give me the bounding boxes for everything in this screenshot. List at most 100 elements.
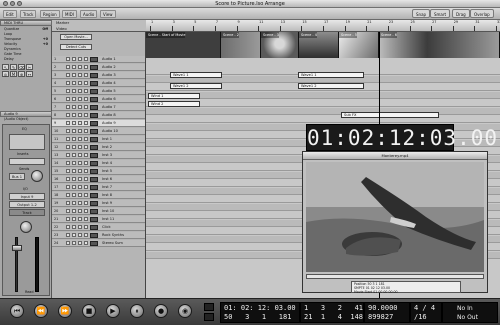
record-enable-button[interactable]: [78, 185, 82, 189]
solo-button[interactable]: [72, 145, 76, 149]
mute-button[interactable]: [66, 113, 70, 117]
stop-button[interactable]: ■: [82, 304, 96, 318]
track-row[interactable]: 17 Inst 7: [52, 184, 145, 191]
mute-button[interactable]: [66, 217, 70, 221]
track-row[interactable]: 5 Audio 5: [52, 88, 145, 95]
track-row[interactable]: 10 Audio 10: [52, 128, 145, 135]
track-row[interactable]: 18 Inst 8: [52, 192, 145, 199]
audio-region[interactable]: Wave1 1: [170, 72, 222, 78]
pencil-tool-icon[interactable]: ✎: [10, 64, 17, 70]
drag-button[interactable]: Drag: [452, 9, 470, 18]
solo-button[interactable]: [72, 185, 76, 189]
audio-region[interactable]: Wave1 2: [298, 83, 364, 89]
track-row[interactable]: 14 Inst 4: [52, 160, 145, 167]
in-out-display[interactable]: No In No Out: [442, 302, 498, 323]
freeze-button[interactable]: [84, 209, 88, 213]
audio-region[interactable]: Sub FX: [341, 112, 439, 118]
freeze-button[interactable]: [84, 145, 88, 149]
track-menu[interactable]: Track: [20, 10, 37, 18]
track-lane[interactable]: [146, 116, 500, 123]
freeze-button[interactable]: [84, 113, 88, 117]
solo-button[interactable]: [72, 233, 76, 237]
mute-button[interactable]: [66, 65, 70, 69]
track-row[interactable]: 22 Click: [52, 224, 145, 231]
track-row[interactable]: 1 Audio 1: [52, 56, 145, 63]
solo-button[interactable]: [72, 225, 76, 229]
mute-button[interactable]: [66, 209, 70, 213]
track-row[interactable]: 11 Inst 1: [52, 136, 145, 143]
eq-display[interactable]: [9, 134, 45, 150]
freeze-button[interactable]: [84, 73, 88, 77]
freeze-button[interactable]: [84, 153, 88, 157]
audio-region[interactable]: Wave1 1: [298, 72, 364, 78]
track-lane[interactable]: [146, 108, 500, 115]
audio-menu[interactable]: Audio: [80, 10, 98, 18]
solo-button[interactable]: [72, 161, 76, 165]
record-enable-button[interactable]: [78, 233, 82, 237]
go-to-start-button[interactable]: ⏮: [10, 304, 24, 318]
freeze-button[interactable]: [84, 161, 88, 165]
track-row[interactable]: 20 Inst 10: [52, 208, 145, 215]
region-menu[interactable]: Region: [40, 10, 60, 18]
solo-button[interactable]: [72, 97, 76, 101]
insert-slot[interactable]: [9, 158, 45, 165]
solo-button[interactable]: [72, 209, 76, 213]
freeze-button[interactable]: [84, 193, 88, 197]
freeze-button[interactable]: [84, 241, 88, 245]
solo-button[interactable]: [72, 193, 76, 197]
mute-button[interactable]: [66, 161, 70, 165]
record-enable-button[interactable]: [78, 97, 82, 101]
record-enable-button[interactable]: [78, 177, 82, 181]
record-enable-button[interactable]: [78, 89, 82, 93]
freeze-button[interactable]: [84, 201, 88, 205]
freeze-button[interactable]: [84, 217, 88, 221]
freeze-button[interactable]: [84, 81, 88, 85]
solo-button[interactable]: [72, 65, 76, 69]
solo-button[interactable]: [72, 73, 76, 77]
mute-button[interactable]: [66, 169, 70, 173]
track-row[interactable]: 12 Inst 2: [52, 144, 145, 151]
freeze-button[interactable]: [84, 57, 88, 61]
mute-button[interactable]: [66, 193, 70, 197]
record-enable-button[interactable]: [78, 241, 82, 245]
record-enable-button[interactable]: [78, 113, 82, 117]
mute-button[interactable]: [66, 145, 70, 149]
track-row[interactable]: 7 Audio 7: [52, 104, 145, 111]
freeze-button[interactable]: [84, 97, 88, 101]
rewind-button[interactable]: ⏪: [34, 304, 48, 318]
locator-display[interactable]: 1 3 2 41 21 1 4 148: [300, 302, 364, 323]
mute-button[interactable]: [66, 81, 70, 85]
record-enable-button[interactable]: [78, 161, 82, 165]
track-row[interactable]: 16 Inst 6: [52, 176, 145, 183]
bar-ruler[interactable]: 13579111315171921232527293133: [146, 20, 500, 32]
capture-record-button[interactable]: ◉: [178, 304, 192, 318]
smpte-position-display[interactable]: 01: 02: 12: 03.00 50 3 1 181: [220, 302, 300, 323]
overlap-button[interactable]: Overlap: [470, 9, 494, 18]
solo-button[interactable]: [72, 177, 76, 181]
param-delay[interactable]: Delay: [4, 57, 48, 62]
audio-region[interactable]: Wind 2: [148, 101, 200, 107]
send-level-knob[interactable]: [31, 170, 43, 182]
record-enable-button[interactable]: [78, 81, 82, 85]
solo-button[interactable]: [72, 241, 76, 245]
track-row[interactable]: 4 Audio 4: [52, 80, 145, 87]
mute-button[interactable]: [66, 97, 70, 101]
fade-tool-icon[interactable]: ↔: [26, 71, 33, 77]
freeze-button[interactable]: [84, 129, 88, 133]
video-track-label[interactable]: Video: [56, 26, 67, 31]
track-row[interactable]: 9 Audio 9: [52, 120, 145, 127]
mute-tool-icon[interactable]: M: [10, 71, 17, 77]
track-row[interactable]: 19 Inst 9: [52, 200, 145, 207]
record-enable-button[interactable]: [78, 137, 82, 141]
mute-button[interactable]: [66, 57, 70, 61]
freeze-button[interactable]: [84, 169, 88, 173]
freeze-button[interactable]: [84, 137, 88, 141]
tempo-display[interactable]: 90.0000 899827: [364, 302, 410, 323]
record-enable-button[interactable]: [78, 121, 82, 125]
mute-button[interactable]: [66, 105, 70, 109]
freeze-button[interactable]: [84, 177, 88, 181]
replace-toggle[interactable]: [204, 313, 214, 321]
zoom-tool-icon[interactable]: ⊕: [18, 71, 25, 77]
movie-scrubber[interactable]: [306, 274, 484, 279]
freeze-button[interactable]: [84, 89, 88, 93]
